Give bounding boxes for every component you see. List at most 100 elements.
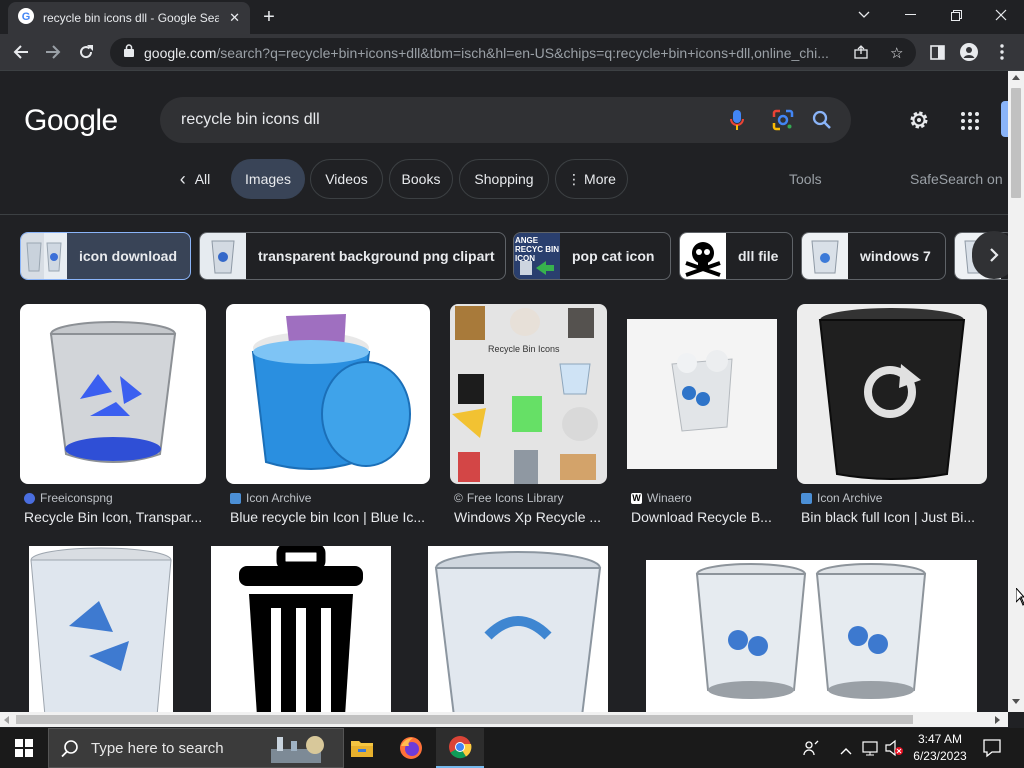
tab-shopping[interactable]: Shopping (459, 159, 549, 199)
network-icon[interactable] (862, 740, 880, 761)
volume-muted-icon[interactable] (884, 739, 904, 762)
result-caption[interactable]: Recycle Bin Icon, Transpar... (24, 509, 202, 525)
tab-close-icon[interactable]: ✕ (229, 10, 240, 26)
tab-images[interactable]: Images (231, 159, 305, 199)
browser-toolbar: google.com/search?q=recycle+bin+icons+dl… (0, 34, 1024, 71)
chip-thumbnail (802, 233, 848, 279)
result-image[interactable] (428, 546, 608, 712)
horizontal-scroll-thumb[interactable] (16, 715, 913, 724)
profile-avatar-icon[interactable] (958, 41, 980, 63)
search-query-text: recycle bin icons dll (181, 111, 320, 128)
chip-thumbnail (21, 233, 67, 279)
result-source[interactable]: Icon Archive (230, 491, 311, 505)
tab-search-chevron-down-icon[interactable] (851, 4, 877, 26)
tab-strip: G recycle bin icons dll - Google Sea ✕ + (0, 0, 1024, 34)
forward-button[interactable] (42, 41, 64, 63)
windows-taskbar: Type here to search 3:47 AM 6/23/2023 (0, 728, 1024, 768)
folder-icon (351, 741, 373, 757)
header-divider (0, 214, 1008, 215)
search-results-page: Google recycle bin icons dll ‹ All Images… (0, 71, 1008, 712)
result-caption[interactable]: Download Recycle B... (631, 509, 772, 525)
windows-logo-icon (15, 739, 33, 757)
lock-icon[interactable] (124, 43, 134, 62)
minimize-button[interactable] (897, 4, 923, 26)
system-clock[interactable]: 3:47 AM 6/23/2023 (905, 731, 975, 765)
new-tab-button[interactable]: + (258, 6, 280, 28)
browser-tab[interactable]: G recycle bin icons dll - Google Sea ✕ (8, 2, 250, 34)
search-input[interactable]: recycle bin icons dll (160, 97, 851, 143)
result-caption[interactable]: Windows Xp Recycle ... (454, 509, 601, 525)
chip-transparent-background-png-clipart[interactable]: transparent background png clipart (199, 232, 506, 280)
result-image[interactable]: Recycle Bin Icons (450, 304, 607, 484)
source-favicon-icon (230, 492, 241, 504)
source-favicon-icon (24, 492, 35, 504)
chip-icon-download[interactable]: icon download (20, 232, 191, 280)
result-source[interactable]: © Free Icons Library (454, 491, 564, 505)
google-logo[interactable]: Google (24, 104, 118, 138)
clock-time: 3:47 AM (917, 732, 963, 746)
file-explorer-button[interactable] (338, 728, 386, 768)
tab-books[interactable]: Books (389, 159, 453, 199)
address-bar[interactable]: google.com/search?q=recycle+bin+icons+dl… (110, 38, 916, 67)
mouse-cursor-icon (1016, 588, 1024, 606)
chips-next-button[interactable] (972, 231, 1008, 279)
image-overlay-text: Recycle Bin Icons (488, 344, 560, 354)
sign-in-button[interactable] (1001, 101, 1008, 137)
people-icon[interactable] (803, 740, 819, 761)
show-hidden-icons-chevron-up-icon[interactable] (840, 742, 852, 760)
result-image[interactable] (29, 546, 173, 712)
microphone-icon[interactable] (730, 109, 744, 136)
vertical-scroll-thumb[interactable] (1011, 88, 1021, 198)
url-text: google.com/search?q=recycle+bin+icons+dl… (144, 44, 829, 61)
taskbar-search-box[interactable]: Type here to search (48, 728, 344, 768)
result-caption[interactable]: Blue recycle bin Icon | Blue Ic... (230, 509, 425, 525)
safesearch-link[interactable]: SafeSearch on (910, 171, 1003, 187)
search-icon[interactable] (812, 110, 832, 135)
search-icon (61, 740, 78, 757)
bookmark-star-icon[interactable]: ☆ (890, 44, 903, 62)
result-image[interactable] (20, 304, 206, 484)
google-apps-grid-icon[interactable] (961, 112, 979, 135)
source-favicon-icon: © (454, 491, 463, 505)
result-source[interactable]: Icon Archive (801, 491, 882, 505)
chip-pop-cat-icon[interactable]: ANGE RECYC BIN ICON pop cat icon (513, 232, 671, 280)
chip-windows-7[interactable]: windows 7 (801, 232, 946, 280)
chip-thumbnail: ANGE RECYC BIN ICON (514, 233, 560, 279)
scroll-down-arrow-icon[interactable] (1012, 699, 1020, 704)
scroll-right-arrow-icon[interactable] (995, 716, 1000, 724)
tab-all[interactable]: ‹ All (166, 159, 224, 199)
source-favicon-icon: W (631, 492, 642, 504)
result-image[interactable] (627, 319, 777, 469)
firefox-button[interactable] (387, 728, 435, 768)
reload-button[interactable] (75, 41, 97, 63)
scroll-up-arrow-icon[interactable] (1012, 75, 1020, 80)
side-panel-icon[interactable] (926, 41, 948, 63)
result-image[interactable] (797, 304, 987, 484)
restore-button[interactable] (943, 4, 969, 26)
tab-more[interactable]: ⋮ More (555, 159, 628, 199)
close-window-button[interactable] (988, 4, 1014, 26)
result-caption[interactable]: Bin black full Icon | Just Bi... (801, 509, 975, 525)
scroll-left-arrow-icon[interactable] (4, 716, 9, 724)
tab-videos[interactable]: Videos (310, 159, 383, 199)
google-lens-icon[interactable] (772, 109, 794, 136)
result-source[interactable]: W Winaero (631, 491, 692, 505)
settings-gear-icon[interactable] (908, 109, 930, 136)
chrome-menu-icon[interactable] (991, 41, 1013, 63)
svg-text:G: G (22, 11, 31, 23)
clock-date: 6/23/2023 (913, 749, 967, 763)
google-favicon-icon: G (18, 7, 34, 29)
search-placeholder: Type here to search (91, 739, 224, 757)
back-button[interactable] (10, 41, 32, 63)
result-image[interactable] (211, 546, 391, 712)
notifications-icon[interactable] (982, 738, 1002, 763)
result-source[interactable]: Freeiconspng (24, 491, 113, 505)
chip-dll-file[interactable]: dll file (679, 232, 793, 280)
chrome-button[interactable] (436, 728, 484, 768)
share-icon[interactable] (854, 45, 868, 64)
firefox-icon (400, 737, 422, 759)
result-image[interactable] (226, 304, 430, 484)
result-image[interactable] (646, 560, 977, 712)
start-button[interactable] (0, 728, 48, 768)
tools-link[interactable]: Tools (789, 171, 822, 187)
